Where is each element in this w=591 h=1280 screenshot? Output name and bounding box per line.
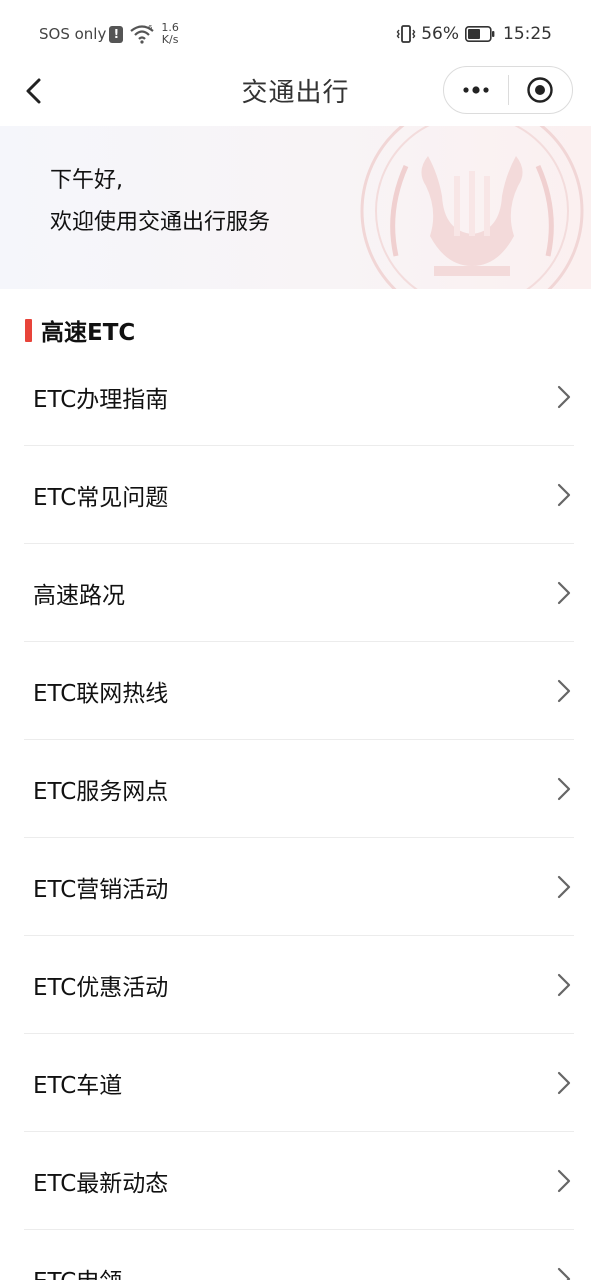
chevron-right-icon [557, 973, 571, 996]
more-dots-icon [463, 86, 489, 94]
wifi-icon: 6 [130, 24, 155, 44]
section-header: 高速ETC [25, 313, 135, 347]
list-item[interactable]: ETC常见问题 [24, 446, 574, 544]
section-title: 高速ETC [41, 320, 136, 346]
chevron-right-icon [557, 1169, 571, 1192]
list-item-label: ETC常见问题 [33, 484, 169, 511]
list-item[interactable]: ETC优惠活动 [24, 936, 574, 1034]
chevron-right-icon [557, 679, 571, 702]
status-bar-left: SOS only ! 6 1.6 K/s [39, 22, 179, 46]
greeting-banner: 下午好, 欢迎使用交通出行服务 [0, 126, 591, 289]
list-item[interactable]: ETC申领 [24, 1230, 574, 1280]
network-speed-unit: K/s [161, 33, 179, 46]
close-miniprogram-button[interactable] [509, 67, 573, 113]
chevron-right-icon [557, 385, 571, 408]
battery-icon [465, 26, 495, 42]
list-item[interactable]: ETC最新动态 [24, 1132, 574, 1230]
chevron-right-icon [557, 483, 571, 506]
list-item-label: ETC车道 [33, 1072, 123, 1099]
network-speed: 1.6 K/s [161, 22, 179, 46]
more-button[interactable] [444, 67, 508, 113]
chevron-right-icon [557, 1071, 571, 1094]
chevron-right-icon [557, 1267, 571, 1280]
list-item-label: ETC申领 [33, 1262, 122, 1280]
list-item-label: 高速路况 [33, 582, 125, 609]
svg-text:6: 6 [148, 24, 153, 32]
list-item-label: ETC营销活动 [33, 876, 169, 903]
section-accent-bar [25, 318, 32, 342]
chevron-right-icon [557, 777, 571, 800]
chevron-right-icon [557, 581, 571, 604]
chevron-right-icon [557, 875, 571, 898]
list-item[interactable]: ETC服务网点 [24, 740, 574, 838]
vibrate-icon [396, 25, 416, 43]
list-item-label: ETC服务网点 [33, 778, 169, 805]
screen: SOS only ! 6 1.6 K/s 56% 15:25 交通出行 下午好,… [0, 0, 591, 1280]
list-item-label: ETC优惠活动 [33, 974, 169, 1001]
sos-status: SOS only [39, 25, 107, 43]
status-bar: SOS only ! 6 1.6 K/s 56% 15:25 [0, 0, 591, 66]
list-item-label: ETC最新动态 [33, 1170, 169, 1197]
list-item[interactable]: ETC办理指南 [24, 348, 574, 446]
nav-bar: 交通出行 [0, 66, 591, 126]
clock: 15:25 [503, 24, 552, 44]
list-item[interactable]: 高速路况 [24, 544, 574, 642]
greeting-line-1: 下午好, [50, 168, 123, 193]
greeting-text: 下午好, 欢迎使用交通出行服务 [50, 160, 270, 244]
emblem-watermark-icon [360, 126, 584, 289]
battery-percentage: 56% [421, 24, 459, 44]
greeting-line-2: 欢迎使用交通出行服务 [50, 210, 271, 235]
mini-program-capsule [443, 66, 573, 114]
list-item[interactable]: ETC车道 [24, 1034, 574, 1132]
service-list: ETC办理指南 ETC常见问题 高速路况 ETC联网热线 ETC服务网点 ETC… [24, 348, 574, 1280]
list-item[interactable]: ETC联网热线 [24, 642, 574, 740]
list-item-label: ETC联网热线 [33, 680, 169, 707]
list-item-label: ETC办理指南 [33, 386, 169, 413]
list-item[interactable]: ETC营销活动 [24, 838, 574, 936]
target-close-icon [527, 77, 553, 103]
sim-alert-icon: ! [109, 25, 124, 43]
status-bar-right: 56% 15:25 [396, 22, 552, 46]
